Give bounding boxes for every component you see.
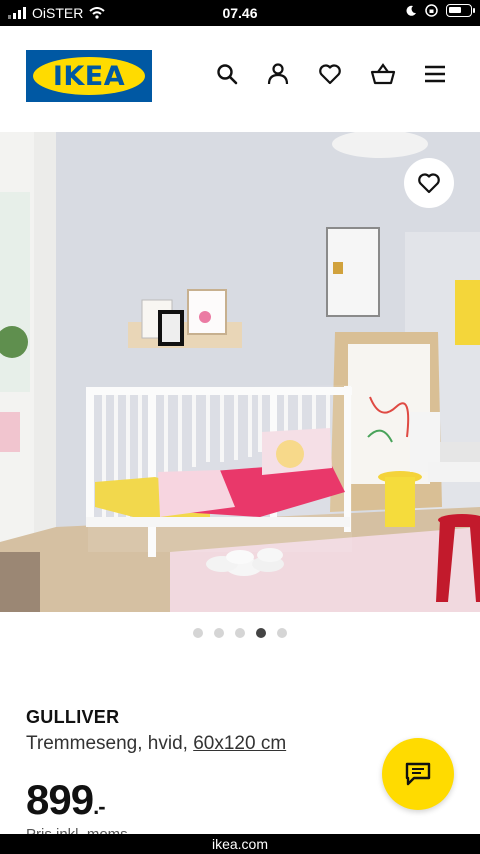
nursery-photo xyxy=(0,132,480,612)
heart-icon xyxy=(418,173,440,194)
product-price: 899.- xyxy=(26,776,106,824)
chat-icon xyxy=(405,762,431,786)
carousel-dots xyxy=(0,628,480,638)
user-icon[interactable] xyxy=(266,62,290,86)
product-image[interactable] xyxy=(0,132,480,612)
chat-button[interactable] xyxy=(382,738,454,810)
rotation-lock-icon xyxy=(425,4,438,17)
carousel-dot[interactable] xyxy=(214,628,224,638)
moon-icon xyxy=(406,5,416,16)
product-type: Tremmeseng, hvid, xyxy=(26,733,188,754)
carousel-dot[interactable] xyxy=(235,628,245,638)
logo-text: IKEA xyxy=(52,60,126,92)
battery-icon xyxy=(446,4,475,17)
product-name: GULLIVER xyxy=(26,707,120,727)
basket-icon[interactable] xyxy=(370,62,396,86)
carousel-dot[interactable] xyxy=(193,628,203,638)
heart-icon[interactable] xyxy=(318,63,342,85)
size-link[interactable]: 60x120 cm xyxy=(193,733,286,754)
carousel-dot[interactable] xyxy=(277,628,287,638)
browser-url-bar[interactable]: ikea.com xyxy=(0,834,480,854)
favorite-button[interactable] xyxy=(404,158,454,208)
carousel-dot-active[interactable] xyxy=(256,628,266,638)
ikea-logo[interactable]: IKEA xyxy=(26,50,152,102)
price-suffix: .- xyxy=(93,794,105,819)
menu-icon[interactable] xyxy=(424,65,446,83)
status-bar: OiSTER 07.46 xyxy=(0,0,480,26)
domain-text: ikea.com xyxy=(211,836,269,852)
search-icon[interactable] xyxy=(216,63,238,85)
product-description: Tremmeseng, hvid, 60x120 cm xyxy=(26,733,286,755)
site-header: IKEA xyxy=(0,26,480,132)
price-value: 899 xyxy=(26,776,94,823)
